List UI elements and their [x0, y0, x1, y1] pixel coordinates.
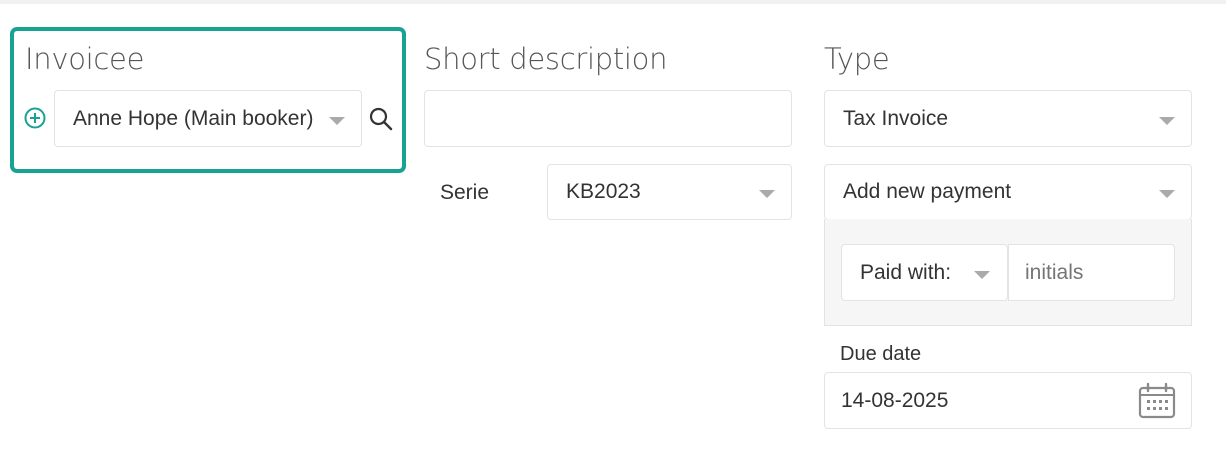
invoicee-label: Invoicee: [25, 42, 145, 76]
due-date-label: Due date: [840, 343, 922, 365]
type-label: Type: [824, 42, 890, 76]
serie-select[interactable]: KB2023: [547, 164, 792, 220]
chevron-down-icon: [1159, 190, 1175, 198]
chevron-down-icon: [974, 271, 990, 279]
chevron-down-icon: [329, 117, 345, 125]
top-divider: [0, 0, 1226, 4]
initials-input[interactable]: [1008, 244, 1175, 301]
due-date-input[interactable]: 14-08-2025: [824, 372, 1192, 429]
chevron-down-icon: [1159, 117, 1175, 125]
calendar-icon[interactable]: [1137, 382, 1177, 420]
due-date-value: 14-08-2025: [841, 388, 949, 412]
type-select[interactable]: Tax Invoice: [824, 90, 1192, 147]
invoicee-select-value: Anne Hope (Main booker): [73, 106, 314, 130]
paid-with-value: Paid with:: [860, 260, 952, 284]
serie-select-value: KB2023: [566, 180, 641, 203]
type-select-value: Tax Invoice: [843, 106, 949, 130]
search-icon[interactable]: [368, 106, 394, 132]
paid-with-select[interactable]: Paid with:: [841, 244, 1008, 301]
short-description-label: Short description: [424, 42, 668, 76]
short-description-input[interactable]: [424, 90, 792, 147]
payment-select-value: Add new payment: [843, 180, 1012, 203]
add-invoicee-icon[interactable]: [24, 107, 46, 129]
payment-select[interactable]: Add new payment: [824, 164, 1192, 220]
invoicee-select[interactable]: Anne Hope (Main booker): [54, 90, 362, 147]
chevron-down-icon: [759, 190, 775, 198]
serie-label: Serie: [440, 181, 490, 204]
